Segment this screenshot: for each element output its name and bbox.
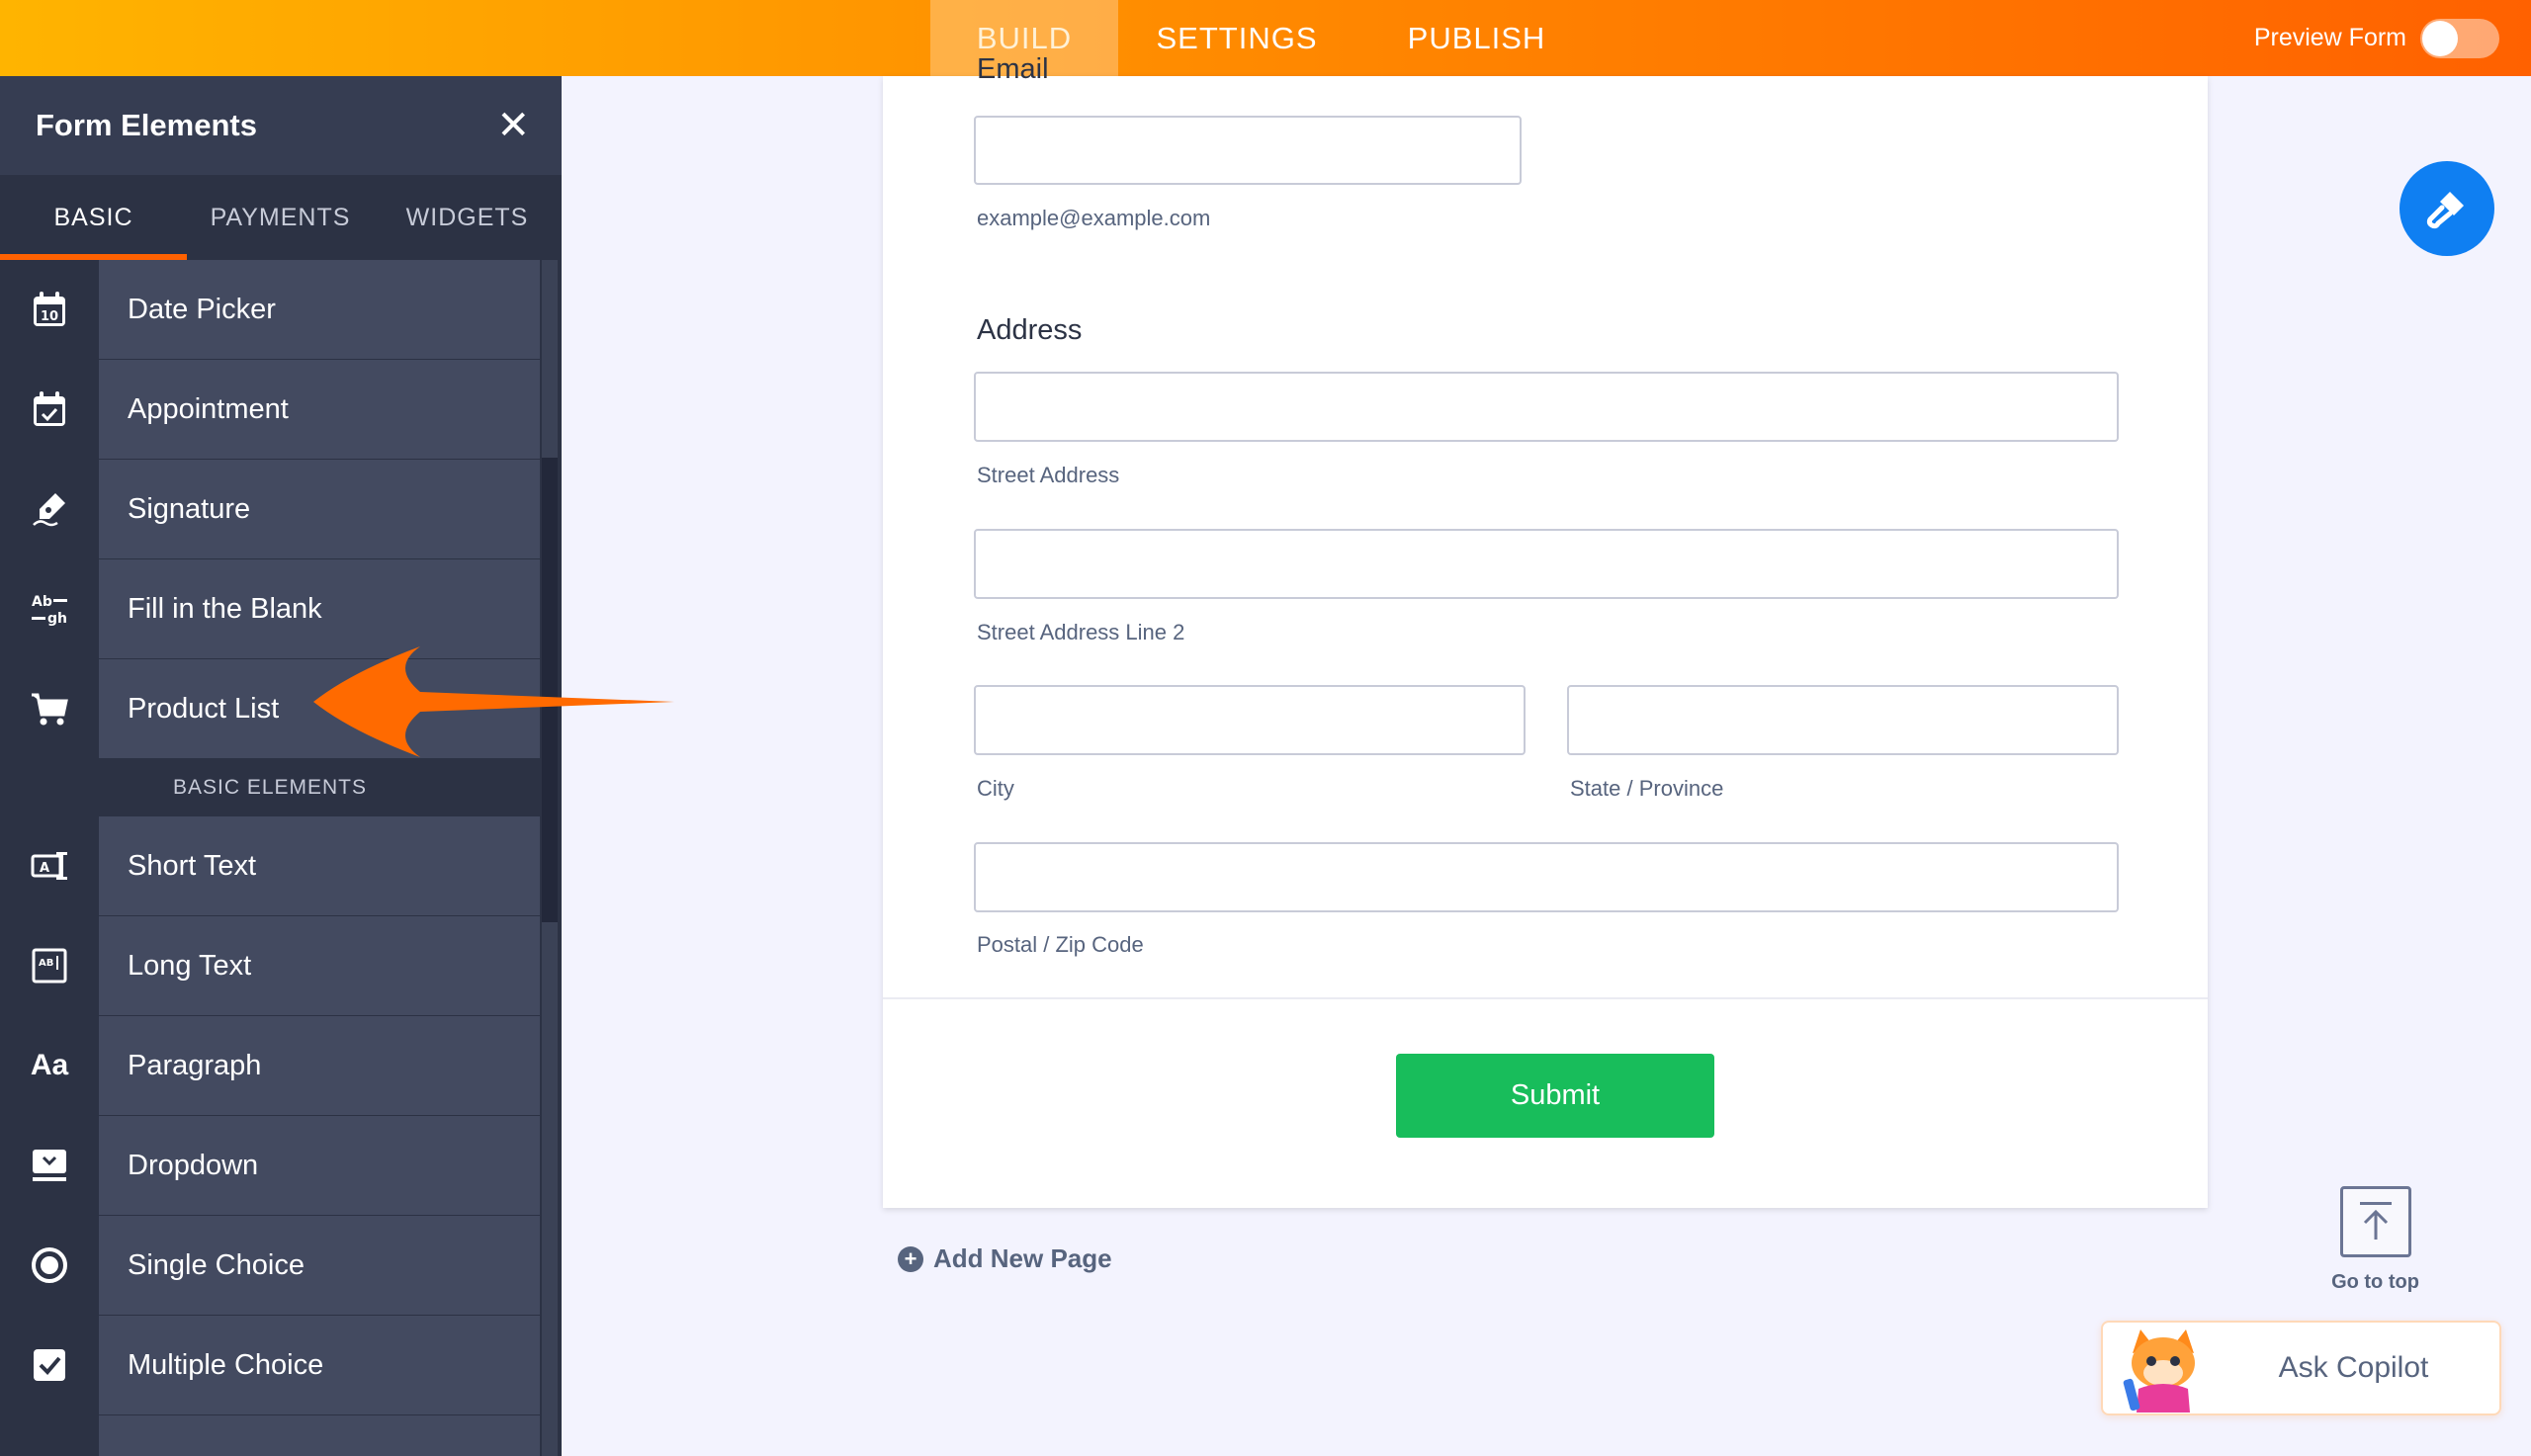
calendar-icon: 10 [0, 260, 99, 359]
pen-icon [0, 460, 99, 558]
tab-settings[interactable]: SETTINGS [1118, 0, 1355, 76]
email-label: Email [977, 53, 1049, 83]
street-address-field[interactable] [974, 372, 2119, 442]
sidebar-item-appointment[interactable]: Appointment [0, 360, 540, 460]
sidebar-item-partial[interactable] [0, 1415, 540, 1456]
short-text-icon: A [0, 816, 99, 915]
calendar-check-icon [0, 360, 99, 459]
address-label: Address [977, 314, 1083, 346]
city-sublabel: City [977, 776, 1014, 801]
city-field[interactable] [974, 685, 1526, 755]
sidebar-item-dropdown[interactable]: Dropdown [0, 1116, 540, 1216]
go-to-top-button[interactable]: Go to top [2328, 1186, 2422, 1294]
long-text-icon: AB [0, 916, 99, 1015]
sidebar-item-short-text[interactable]: A Short Text [0, 816, 540, 916]
paragraph-icon: Aa [0, 1016, 99, 1115]
tab-widgets[interactable]: WIDGETS [374, 175, 561, 260]
sidebar-item-label: Appointment [99, 360, 540, 459]
preview-form-toggle[interactable] [2420, 18, 2499, 58]
svg-text:10: 10 [41, 309, 58, 324]
state-province-sublabel: State / Province [1570, 776, 1724, 801]
sidebar-item-date-picker[interactable]: 10 Date Picker [0, 260, 540, 360]
sidebar-item-label: Multiple Choice [99, 1316, 540, 1414]
sidebar-item-label: Signature [99, 460, 540, 558]
fill-blank-icon: Ab gh [0, 559, 99, 658]
postal-zip-sublabel: Postal / Zip Code [977, 932, 1144, 957]
dropdown-icon [0, 1116, 99, 1215]
state-province-field[interactable] [1567, 685, 2119, 755]
sidebar-item-label: Dropdown [99, 1116, 540, 1215]
ask-copilot-label: Ask Copilot [2278, 1351, 2429, 1384]
sidebar-tabs: BASIC PAYMENTS WIDGETS [0, 175, 562, 260]
arrow-annotation [313, 646, 674, 757]
tab-publish[interactable]: PUBLISH [1355, 0, 1598, 76]
street-address-sublabel: Street Address [977, 463, 1120, 487]
submit-button[interactable]: Submit [1396, 1054, 1714, 1138]
sidebar-element-list: 10 Date Picker Appointment Signature Ab g… [0, 260, 540, 1456]
sidebar-item-multiple-choice[interactable]: Multiple Choice [0, 1316, 540, 1415]
copilot-avatar-icon [2123, 1329, 2195, 1413]
go-to-top-label: Go to top [2331, 1271, 2419, 1293]
sidebar-item-single-choice[interactable]: Single Choice [0, 1216, 540, 1316]
sidebar-section-basic-elements: BASIC ELEMENTS [0, 759, 540, 816]
street-address-line2-sublabel: Street Address Line 2 [977, 620, 1185, 644]
sidebar-title: Form Elements [36, 108, 257, 142]
cart-icon [0, 659, 99, 758]
tab-payments[interactable]: PAYMENTS [187, 175, 374, 260]
checkbox-icon [0, 1316, 99, 1414]
sidebar-header: Form Elements ✕ [0, 76, 562, 175]
preview-form-label: Preview Form [2253, 24, 2406, 51]
number-icon [0, 1415, 99, 1456]
form-elements-sidebar: Form Elements ✕ BASIC PAYMENTS WIDGETS 1… [0, 76, 562, 1456]
close-icon[interactable]: ✕ [496, 106, 530, 145]
sidebar-item-label: Single Choice [99, 1216, 540, 1315]
top-bar: BUILD SETTINGS PUBLISH Preview Form [0, 0, 2531, 76]
form-designer-button[interactable] [2400, 161, 2494, 256]
sidebar-item-signature[interactable]: Signature [0, 460, 540, 559]
form-divider [883, 997, 2208, 999]
email-field[interactable] [974, 116, 1522, 185]
add-new-page-label: Add New Page [933, 1243, 1112, 1273]
arrow-up-icon [2339, 1186, 2411, 1257]
toggle-knob [2422, 20, 2458, 56]
email-sublabel: example@example.com [977, 206, 1211, 230]
sidebar-item-label: Short Text [99, 816, 540, 915]
svg-text:AB: AB [39, 958, 53, 969]
radio-icon [0, 1216, 99, 1315]
preview-form: Preview Form [2254, 0, 2499, 76]
sidebar-item-label [99, 1415, 540, 1456]
street-address-line2-field[interactable] [974, 529, 2119, 599]
sidebar-item-long-text[interactable]: AB Long Text [0, 916, 540, 1016]
sidebar-item-label: Date Picker [99, 260, 540, 359]
plus-icon: + [898, 1245, 923, 1272]
paint-roller-icon [2426, 192, 2464, 229]
tab-basic[interactable]: BASIC [0, 175, 187, 260]
svg-text:A: A [40, 861, 49, 876]
add-new-page-button[interactable]: + Add New Page [898, 1243, 1112, 1274]
sidebar-item-paragraph[interactable]: Aa Paragraph [0, 1016, 540, 1116]
ask-copilot-button[interactable]: Ask Copilot [2101, 1321, 2501, 1415]
sidebar-item-label: Long Text [99, 916, 540, 1015]
postal-zip-field[interactable] [974, 842, 2119, 912]
svg-text:Ab: Ab [32, 594, 52, 610]
svg-text:gh: gh [47, 611, 67, 627]
sidebar-item-label: Paragraph [99, 1016, 540, 1115]
